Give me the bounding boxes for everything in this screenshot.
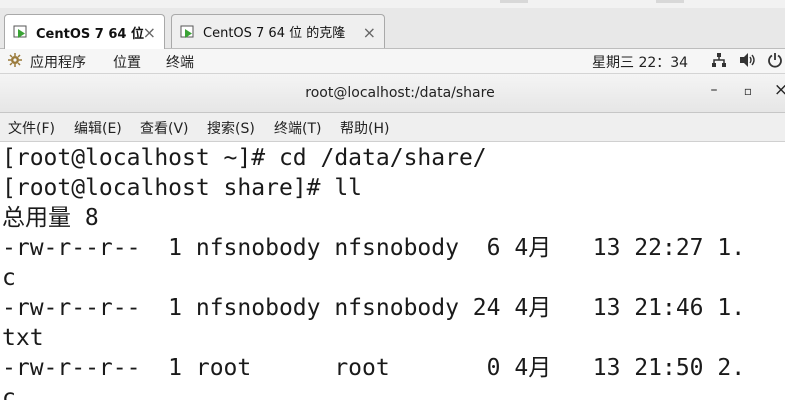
menu-file[interactable]: 文件(F) — [8, 118, 55, 138]
terminal-output[interactable]: [root@localhost ~]# cd /data/share/ [roo… — [0, 142, 785, 400]
terminal-line: [root@localhost ~]# cd /data/share/ — [2, 145, 487, 171]
applications-icon — [8, 52, 22, 72]
menu-edit[interactable]: 编辑(E) — [74, 118, 122, 138]
power-icon[interactable] — [767, 52, 783, 72]
tab-centos-7-clone[interactable]: CentOS 7 64 位 的克隆 × — [171, 14, 385, 48]
terminal-line: -rw-r--r-- 1 nfsnobody nfsnobody 6 4月 13… — [2, 235, 746, 261]
tab-centos-7[interactable]: CentOS 7 64 位 × — [4, 14, 165, 49]
vm-running-icon — [180, 24, 196, 40]
strip-handle — [500, 0, 528, 3]
menu-help[interactable]: 帮助(H) — [340, 118, 389, 138]
menu-search[interactable]: 搜索(S) — [207, 118, 255, 138]
close-icon[interactable]: × — [143, 23, 156, 42]
window-title: root@localhost:/data/share — [305, 85, 495, 101]
applications-menu[interactable]: 应用程序 — [30, 52, 86, 72]
places-menu[interactable]: 位置 — [113, 52, 141, 72]
terminal-line: c — [2, 265, 16, 291]
terminal-app-menu[interactable]: 终端 — [166, 52, 194, 72]
strip-handle — [656, 0, 684, 3]
terminal-menubar: 文件(F) 编辑(E) 查看(V) 搜索(S) 终端(T) 帮助(H) — [0, 113, 785, 142]
vm-tab-bar: CentOS 7 64 位 × CentOS 7 64 位 的克隆 × — [0, 8, 785, 49]
network-icon[interactable] — [711, 52, 727, 72]
terminal-line: c — [2, 385, 16, 400]
terminal-line: -rw-r--r-- 1 root root 0 4月 13 21:50 2. — [2, 355, 746, 381]
window-titlebar[interactable]: root@localhost:/data/share – ▫ × — [0, 74, 785, 113]
vm-running-icon — [13, 24, 29, 40]
volume-icon[interactable] — [739, 52, 757, 72]
gnome-top-bar: 应用程序 位置 终端 星期三 22：34 — [0, 49, 785, 74]
clock[interactable]: 星期三 22：34 — [592, 52, 688, 72]
minimize-button[interactable]: – — [706, 82, 722, 98]
close-button[interactable]: × — [773, 80, 785, 100]
terminal-line: txt — [2, 325, 44, 351]
maximize-button[interactable]: ▫ — [740, 84, 756, 98]
terminal-line: 总用量 8 — [2, 205, 99, 231]
tab-label: CentOS 7 64 位 的克隆 — [203, 26, 346, 41]
menu-view[interactable]: 查看(V) — [140, 118, 189, 138]
close-icon[interactable]: × — [363, 23, 376, 42]
terminal-line: [root@localhost share]# ll — [2, 175, 363, 201]
tab-label: CentOS 7 64 位 — [36, 26, 144, 42]
terminal-line: -rw-r--r-- 1 nfsnobody nfsnobody 24 4月 1… — [2, 295, 746, 321]
menu-terminal[interactable]: 终端(T) — [274, 118, 321, 138]
